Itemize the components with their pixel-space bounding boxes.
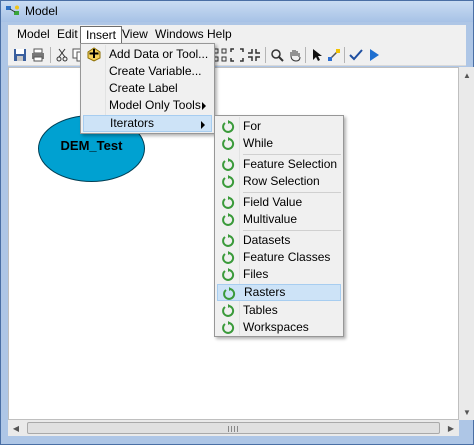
menu-model[interactable]: Model bbox=[12, 27, 55, 44]
menu-view[interactable]: View bbox=[117, 27, 153, 44]
menu-item-add-data-or-tool[interactable]: Add Data or Tool... bbox=[83, 46, 212, 63]
zoom-in-icon[interactable] bbox=[269, 47, 285, 63]
menu-bar: Model Edit Insert View Windows Help bbox=[8, 25, 466, 45]
iterator-item-feature-selection[interactable]: Feature Selection bbox=[217, 156, 341, 173]
fit-icon[interactable] bbox=[246, 47, 262, 63]
menu-item-iterators[interactable]: Iterators bbox=[83, 115, 212, 132]
insert-menu-dropdown: Add Data or Tool... Create Variable... C… bbox=[80, 43, 215, 134]
iterator-item-tables[interactable]: Tables bbox=[217, 302, 341, 319]
title-bar[interactable]: Model bbox=[1, 1, 473, 22]
menu-item-label: Add Data or Tool... bbox=[109, 47, 209, 61]
modelbuilder-app-icon bbox=[6, 5, 19, 15]
iterator-item-while[interactable]: While bbox=[217, 135, 341, 152]
iterator-icon bbox=[223, 287, 236, 300]
menu-item-label: Create Variable... bbox=[109, 64, 202, 78]
menu-item-label: Row Selection bbox=[243, 174, 320, 188]
scroll-grip-icon bbox=[228, 426, 240, 432]
menu-item-label: Workspaces bbox=[243, 320, 309, 334]
iterator-item-workspaces[interactable]: Workspaces bbox=[217, 319, 341, 336]
add-data-icon bbox=[87, 47, 101, 62]
iterator-icon bbox=[222, 137, 235, 150]
menu-item-label: While bbox=[243, 136, 274, 150]
menu-item-label: Rasters bbox=[244, 285, 286, 299]
iterators-submenu: For While Feature Selection Row Selectio… bbox=[214, 115, 344, 337]
toolbar-separator bbox=[50, 47, 51, 63]
validate-check-icon[interactable] bbox=[348, 47, 364, 63]
select-pointer-icon[interactable] bbox=[309, 47, 325, 63]
full-extent-icon[interactable] bbox=[229, 47, 245, 63]
menu-item-create-label[interactable]: Create Label bbox=[83, 80, 212, 97]
iterator-icon bbox=[222, 251, 235, 264]
scroll-left-icon[interactable]: ◀ bbox=[8, 420, 24, 436]
menu-item-label: For bbox=[243, 119, 261, 133]
iterator-icon bbox=[222, 213, 235, 226]
run-icon[interactable] bbox=[366, 47, 382, 63]
horizontal-scrollbar[interactable]: ◀ ▶ bbox=[8, 420, 459, 436]
menu-item-label: Tables bbox=[243, 303, 278, 317]
iterator-icon bbox=[222, 268, 235, 281]
iterator-icon bbox=[222, 158, 235, 171]
iterator-item-multivalue[interactable]: Multivalue bbox=[217, 211, 341, 228]
menu-item-label: Create Label bbox=[109, 81, 178, 95]
menu-item-label: Iterators bbox=[110, 116, 155, 130]
iterator-icon bbox=[222, 321, 235, 334]
iterator-icon bbox=[222, 304, 235, 317]
print-icon[interactable] bbox=[30, 47, 46, 63]
submenu-arrow-icon bbox=[201, 121, 205, 129]
submenu-arrow-icon bbox=[202, 102, 206, 110]
connect-icon[interactable] bbox=[326, 47, 342, 63]
toolbar bbox=[8, 44, 466, 66]
iterator-icon bbox=[222, 234, 235, 247]
toolbar-separator bbox=[344, 47, 345, 63]
menu-separator bbox=[243, 230, 341, 231]
cut-icon[interactable] bbox=[54, 47, 70, 63]
window-title: Model bbox=[25, 4, 58, 18]
menu-separator bbox=[243, 154, 341, 155]
iterator-icon bbox=[222, 175, 235, 188]
iterator-item-field-value[interactable]: Field Value bbox=[217, 194, 341, 211]
menu-item-create-variable[interactable]: Create Variable... bbox=[83, 63, 212, 80]
menu-item-label: Datasets bbox=[243, 233, 291, 247]
toolbar-separator bbox=[265, 47, 266, 63]
save-icon[interactable] bbox=[12, 47, 28, 63]
scroll-right-icon[interactable]: ▶ bbox=[443, 420, 459, 436]
horizontal-scroll-thumb[interactable] bbox=[27, 422, 440, 434]
menu-item-label: Multivalue bbox=[243, 212, 298, 226]
pan-hand-icon[interactable] bbox=[287, 47, 303, 63]
iterator-item-files[interactable]: Files bbox=[217, 266, 341, 283]
toolbar-separator bbox=[305, 47, 306, 63]
menu-item-label: Field Value bbox=[243, 195, 303, 209]
scroll-down-icon[interactable]: ▼ bbox=[459, 404, 474, 420]
iterator-item-row-selection[interactable]: Row Selection bbox=[217, 173, 341, 190]
iterator-icon bbox=[222, 120, 235, 133]
menu-help[interactable]: Help bbox=[202, 27, 237, 44]
menu-item-label: Feature Classes bbox=[243, 250, 331, 264]
model-window: Model Model Edit Insert View Windows Hel… bbox=[0, 0, 474, 445]
menu-item-label: Model Only Tools bbox=[109, 98, 201, 112]
menu-edit[interactable]: Edit bbox=[52, 27, 83, 44]
vertical-scrollbar[interactable]: ▲ ▼ bbox=[459, 67, 474, 420]
menu-windows[interactable]: Windows bbox=[150, 27, 209, 44]
iterator-item-for[interactable]: For bbox=[217, 118, 341, 135]
iterator-icon bbox=[222, 196, 235, 209]
menu-item-model-only-tools[interactable]: Model Only Tools bbox=[83, 97, 212, 114]
iterator-item-feature-classes[interactable]: Feature Classes bbox=[217, 249, 341, 266]
model-variable-label: DEM_Test bbox=[60, 138, 123, 153]
iterator-item-datasets[interactable]: Datasets bbox=[217, 232, 341, 249]
menu-item-label: Files bbox=[243, 267, 269, 281]
menu-item-label: Feature Selection bbox=[243, 157, 338, 171]
scroll-up-icon[interactable]: ▲ bbox=[459, 67, 474, 83]
menu-separator bbox=[243, 192, 341, 193]
iterator-item-rasters[interactable]: Rasters bbox=[217, 284, 341, 301]
